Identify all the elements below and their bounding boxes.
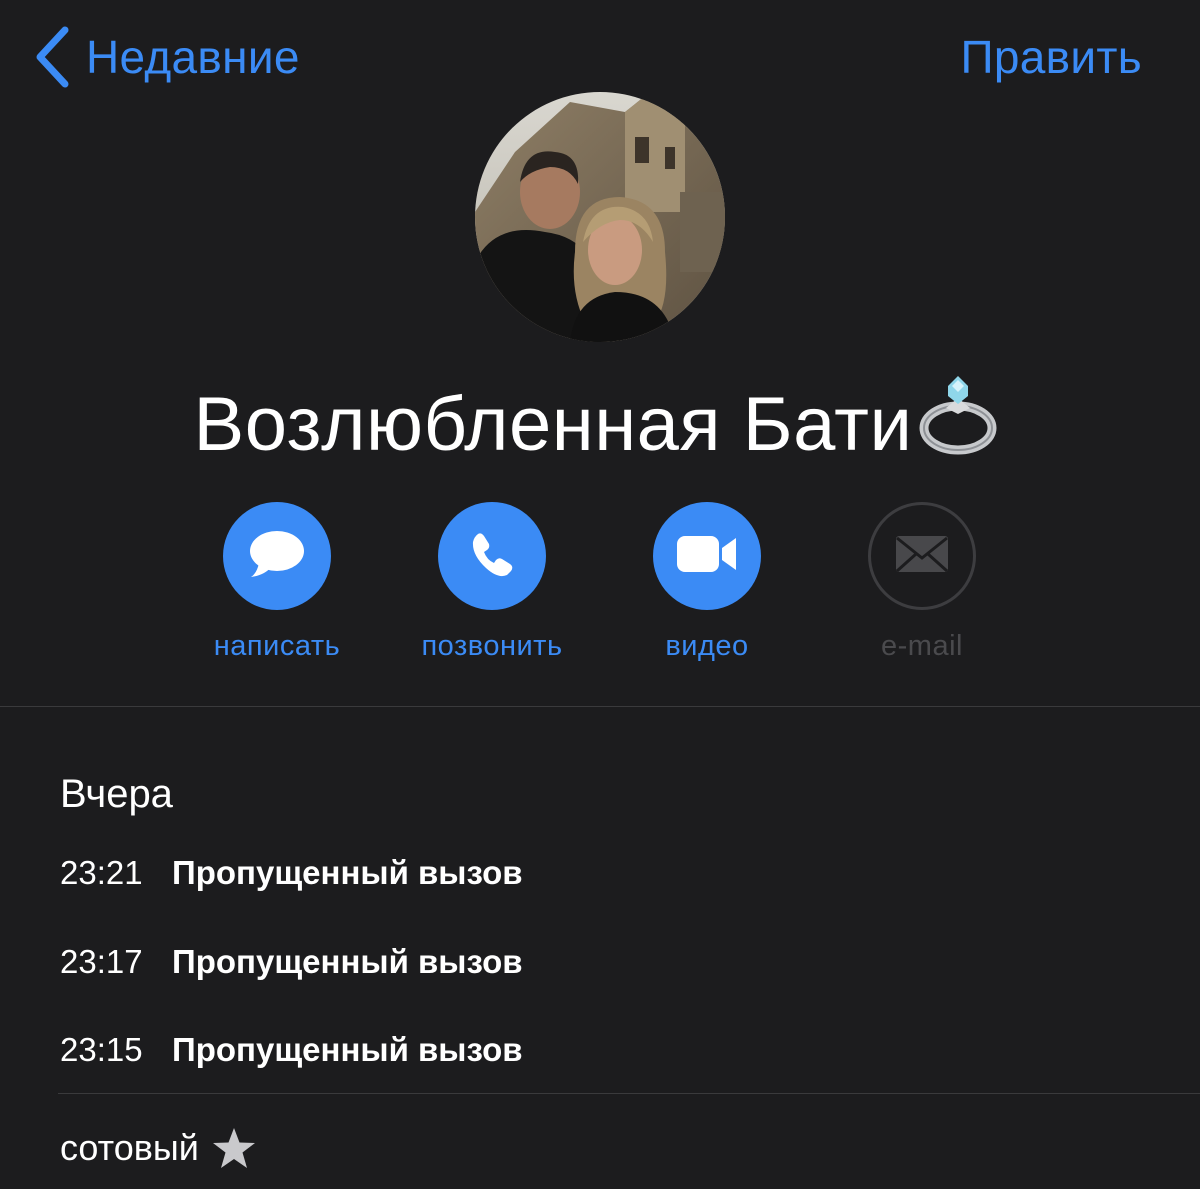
call-button[interactable] — [438, 502, 546, 610]
call-label: позвонить — [421, 630, 563, 662]
call-history-row: 23:15 Пропущенный вызов — [60, 1025, 523, 1075]
email-button — [868, 502, 976, 610]
back-button-label: Недавние — [86, 31, 300, 83]
envelope-icon — [894, 534, 950, 579]
phone-icon — [468, 530, 516, 583]
email-label: e-mail — [881, 630, 963, 662]
message-button[interactable] — [223, 502, 331, 610]
phone-type-label: сотовый — [60, 1127, 199, 1168]
call-history-row: 23:17 Пропущенный вызов — [60, 937, 523, 987]
star-icon — [199, 1126, 257, 1170]
history-divider — [58, 1093, 1200, 1094]
contact-name-text: Возлюбленная Бати — [193, 382, 913, 467]
call-action[interactable]: позвонить — [392, 502, 592, 663]
ring-icon — [914, 368, 1006, 485]
call-status: Пропущенный вызов — [172, 1031, 523, 1068]
video-action[interactable]: видео — [607, 502, 807, 663]
message-label: написать — [213, 630, 341, 662]
chevron-left-icon — [34, 26, 70, 88]
video-label: видео — [665, 630, 749, 662]
video-camera-icon — [676, 534, 738, 579]
message-action[interactable]: написать — [177, 502, 377, 663]
video-button[interactable] — [653, 502, 761, 610]
call-status: Пропущенный вызов — [172, 943, 523, 980]
phone-number-field[interactable]: сотовый — [60, 1126, 257, 1170]
section-divider — [0, 706, 1200, 707]
call-time: 23:15 — [60, 1031, 143, 1068]
call-time: 23:17 — [60, 943, 143, 980]
call-status: Пропущенный вызов — [172, 854, 523, 891]
back-button[interactable]: Недавние — [34, 22, 300, 92]
edit-button[interactable]: Править — [961, 22, 1143, 92]
contact-avatar — [475, 92, 725, 342]
call-history-row: 23:21 Пропущенный вызов — [60, 848, 523, 898]
email-action: e-mail — [822, 502, 1022, 663]
call-time: 23:21 — [60, 854, 143, 891]
history-date: Вчера — [60, 772, 173, 816]
message-bubble-icon — [249, 529, 305, 584]
contact-name: Возлюбленная Бати — [0, 368, 1200, 485]
